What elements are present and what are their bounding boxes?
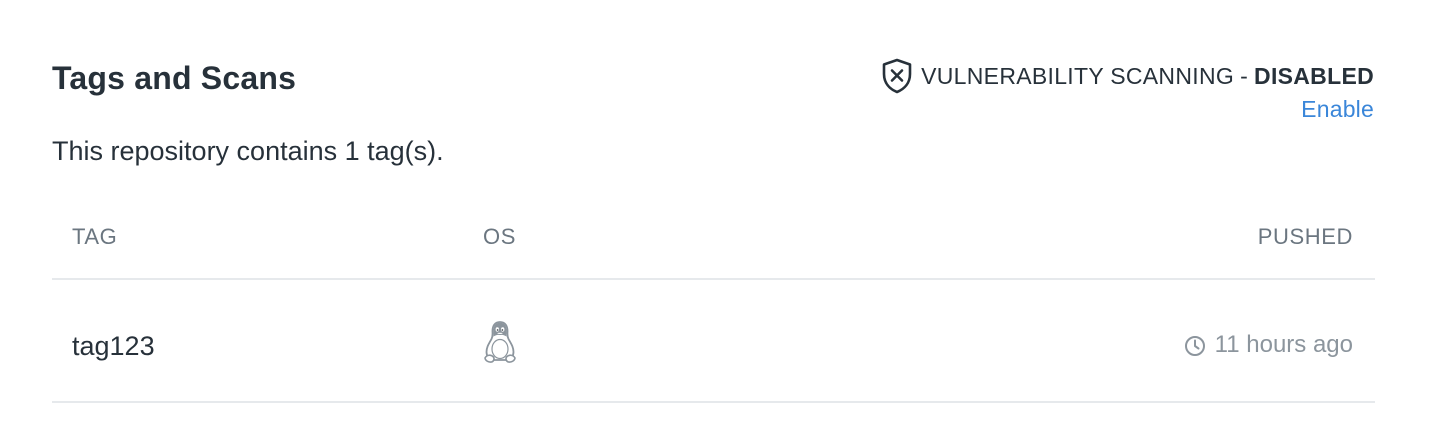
- enable-scanning-link[interactable]: Enable: [1301, 94, 1374, 124]
- linux-penguin-icon: [482, 320, 518, 364]
- column-header-os[interactable]: OS: [483, 222, 516, 252]
- shield-x-icon: [881, 58, 913, 94]
- table-row[interactable]: tag123 11 hours ago: [52, 280, 1375, 403]
- tag-name[interactable]: tag123: [72, 329, 155, 363]
- tags-and-scans-panel: Tags and Scans VULNERABILITY SCANNING - …: [0, 0, 1432, 432]
- vulnerability-scanning-label: VULNERABILITY SCANNING: [921, 63, 1235, 89]
- pushed-time: 11 hours ago: [1184, 329, 1353, 361]
- tags-table: TAG OS PUSHED tag123 11 hours ago: [52, 206, 1375, 403]
- column-header-tag[interactable]: TAG: [72, 222, 117, 252]
- tags-table-header: TAG OS PUSHED: [52, 206, 1375, 280]
- clock-icon: [1184, 334, 1206, 356]
- vulnerability-scanning-state: DISABLED: [1254, 63, 1374, 89]
- tag-count-summary: This repository contains 1 tag(s).: [52, 136, 444, 166]
- pushed-time-label: 11 hours ago: [1214, 331, 1353, 358]
- vulnerability-scanning-status: VULNERABILITY SCANNING - DISABLED: [881, 58, 1374, 94]
- status-separator: -: [1240, 63, 1249, 89]
- section-title: Tags and Scans: [52, 60, 297, 96]
- column-header-pushed[interactable]: PUSHED: [1258, 222, 1353, 252]
